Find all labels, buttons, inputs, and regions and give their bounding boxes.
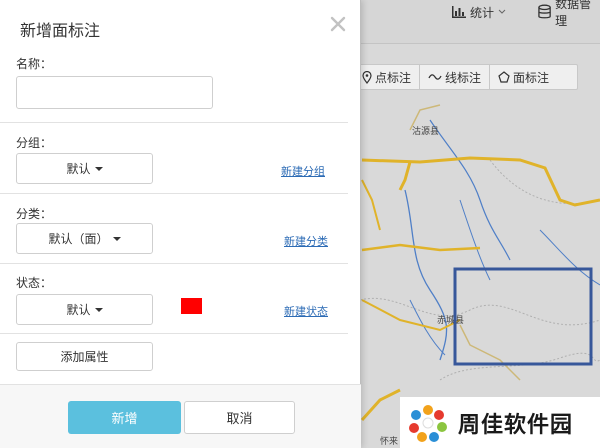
dialog-footer: 新增 取消 [0,384,361,448]
submit-button[interactable]: 新增 [68,401,181,434]
area-annotation-label: 面标注 [513,70,550,85]
stats-label: 统计 [470,5,495,20]
draw-toolbar: 点标注 线标注 面标注 [353,64,578,90]
dialog-title: 新增面标注 [20,21,101,40]
line-annotation-label: 线标注 [445,70,482,85]
divider [0,263,348,264]
category-select[interactable]: 默认（面） [16,223,153,254]
data-management-label: 数据管理 [555,0,592,28]
close-icon[interactable] [328,14,348,34]
data-management-menu[interactable]: 数据管理 [538,0,600,28]
polygon-icon [498,71,510,83]
divider [0,333,348,334]
map-label-bottom: 怀来 [380,435,398,447]
cancel-label: 取消 [226,412,253,427]
group-label: 分组： [16,136,53,150]
line-annotation-button[interactable]: 线标注 [420,65,491,89]
area-annotation-button[interactable]: 面标注 [490,65,557,89]
name-input[interactable] [16,76,213,109]
new-category-link[interactable]: 新建分类 [284,233,328,249]
divider [0,193,348,194]
group-select-value: 默认 [66,162,91,176]
add-attribute-button[interactable]: 添加属性 [16,342,153,371]
caret-down-icon [94,166,103,171]
map-pin-icon [362,70,372,84]
database-icon [538,4,551,19]
add-attribute-label: 添加属性 [60,350,109,364]
wave-line-icon [428,74,442,80]
status-color-swatch[interactable] [181,298,202,314]
status-label: 状态： [16,276,53,290]
point-annotation-label: 点标注 [375,70,412,85]
pinwheel-logo-icon [409,404,447,442]
new-area-annotation-dialog: 新增面标注 名称： 分组： 默认 新建分组 分类： 默认（面） 新建分类 状态：… [0,0,361,448]
bar-chart-icon [452,6,466,18]
divider [0,122,348,123]
submit-label: 新增 [111,412,138,427]
stats-menu[interactable]: 统计 [452,0,506,24]
name-label: 名称： [16,57,53,71]
group-select[interactable]: 默认 [16,153,153,184]
chevron-down-icon [498,9,506,14]
cancel-button[interactable]: 取消 [184,401,295,434]
caret-down-icon [112,236,121,241]
watermark-text: 周佳软件园 [458,412,574,438]
new-group-link[interactable]: 新建分组 [281,163,325,179]
map-label-town-mid: 赤城县 [437,315,464,326]
category-select-value: 默认（面） [48,232,109,246]
category-label: 分类： [16,207,53,221]
caret-down-icon [94,307,103,312]
point-annotation-button[interactable]: 点标注 [354,65,421,89]
watermark-logo: 周佳软件园 [400,397,600,448]
status-select-value: 默认 [66,303,91,317]
status-select[interactable]: 默认 [16,294,153,325]
map-label-town-top: 沽源县 [412,125,439,137]
new-status-link[interactable]: 新建状态 [284,303,328,319]
